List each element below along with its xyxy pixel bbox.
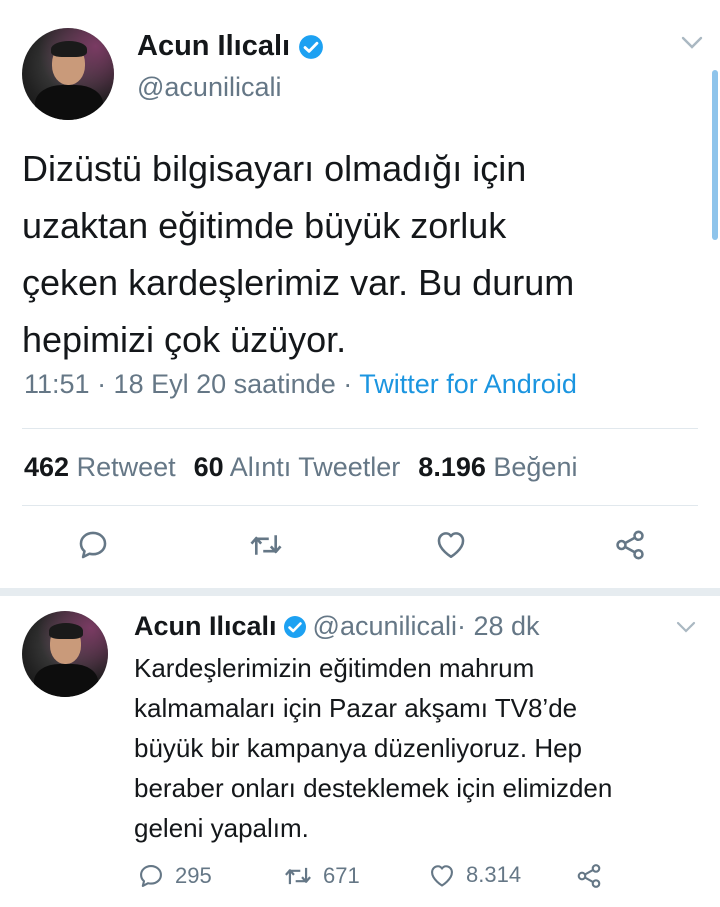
handle[interactable]: @acunilicali <box>137 72 281 103</box>
tweet-text-line: uzaktan eğitimde büyük zorluk <box>22 205 507 246</box>
display-name[interactable]: Acun Ilıcalı <box>137 30 290 63</box>
tweet-stats: 462 Retweet 60 Alıntı Tweetler 8.196 Beğen… <box>24 452 577 483</box>
tweet-text-line: çeken kardeşlerimiz var. Bu durum <box>22 262 575 303</box>
tweet-text-line: beraber onları desteklemek için elimizde… <box>134 773 613 803</box>
like-count: 8.314 <box>466 862 522 887</box>
reply-icon[interactable] <box>76 528 110 562</box>
display-name[interactable]: Acun Ilıcalı <box>134 611 277 642</box>
tweet-text-line: Dizüstü bilgisayarı olmadığı için <box>22 148 527 189</box>
like-icon[interactable] <box>434 528 468 560</box>
chevron-down-icon[interactable] <box>676 621 696 633</box>
tweet-text-line: hepimizi çok üzüyor. <box>22 319 347 360</box>
tweet-text-line: Kardeşlerimizin eğitimden mahrum <box>134 653 535 683</box>
quote-count: 60 <box>193 452 224 482</box>
source-link[interactable]: Twitter for Android <box>359 369 577 399</box>
verified-icon <box>283 615 307 639</box>
reply-author-line: Acun Ilıcalı @acunilicali · 28 dk <box>134 611 540 642</box>
quote-label: Alıntı Tweetler <box>229 452 401 482</box>
tweet-text-line: kalmamaları için Pazar akşamı TV8’de <box>134 693 578 723</box>
retweet-icon <box>283 862 313 890</box>
quote-stat[interactable]: 60 Alıntı Tweetler <box>194 452 401 482</box>
retweet-count: 462 <box>24 452 70 482</box>
retweet-action[interactable]: 671 <box>283 862 360 890</box>
tweet-text-line: büyük bir kampanya düzenliyoruz. Hep <box>134 733 583 763</box>
divider <box>22 505 698 506</box>
handle[interactable]: @acunilicali <box>313 611 457 642</box>
like-count: 8.196 <box>418 452 486 482</box>
verified-icon <box>298 34 324 60</box>
author-name-line: Acun Ilıcalı <box>137 30 324 63</box>
avatar[interactable] <box>22 611 108 697</box>
share-icon[interactable] <box>612 528 648 562</box>
tweet-text: Dizüstü bilgisayarı olmadığı için uzakta… <box>22 140 574 368</box>
like-label: Beğeni <box>493 452 578 482</box>
retweet-count: 671 <box>323 863 360 888</box>
divider <box>22 428 698 429</box>
retweet-label: Retweet <box>76 452 176 482</box>
tweet-text-line: geleni yapalım. <box>134 813 309 843</box>
like-stat[interactable]: 8.196 Beğeni <box>418 452 577 482</box>
retweet-stat[interactable]: 462 Retweet <box>24 452 176 482</box>
tweet-text: Kardeşlerimizin eğitimden mahrum kalmama… <box>134 648 612 848</box>
avatar[interactable] <box>22 28 114 120</box>
reply-count: 295 <box>175 863 212 888</box>
separator-band <box>0 588 720 596</box>
retweet-icon[interactable] <box>248 528 284 562</box>
scrollbar[interactable] <box>712 70 718 240</box>
like-icon <box>428 862 456 888</box>
chevron-down-icon[interactable] <box>681 36 703 50</box>
time-ago[interactable]: · 28 dk <box>457 611 540 642</box>
reply-icon <box>137 862 165 890</box>
like-action[interactable]: 8.314 <box>428 862 521 888</box>
reply-action[interactable]: 295 <box>137 862 212 890</box>
share-icon[interactable] <box>574 862 604 890</box>
timestamp[interactable]: 11:51 · 18 Eyl 20 saatinde · <box>24 369 359 399</box>
tweet-meta: 11:51 · 18 Eyl 20 saatinde · Twitter for… <box>24 369 577 400</box>
main-tweet: Acun Ilıcalı @acunilicali Dizüstü bilgis… <box>0 0 720 590</box>
